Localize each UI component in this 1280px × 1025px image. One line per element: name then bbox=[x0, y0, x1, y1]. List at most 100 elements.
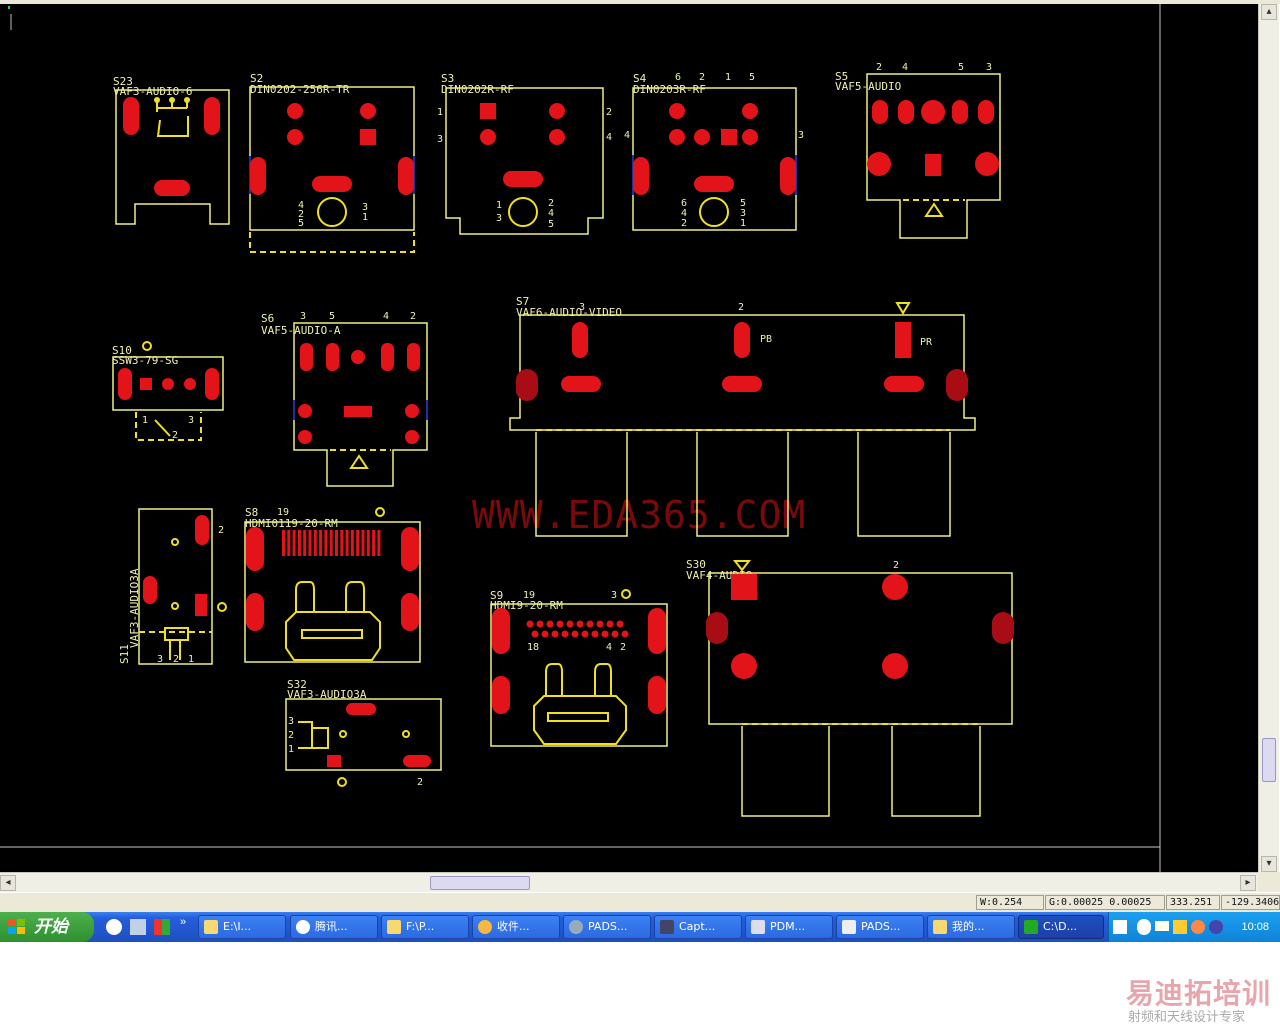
component-s5[interactable]: S5 VAF5-AUDIO 2 4 5 3 bbox=[835, 62, 1001, 239]
s8-finger-pad bbox=[313, 530, 317, 556]
s9-pad bbox=[591, 630, 599, 638]
start-label: 开始 bbox=[34, 917, 68, 936]
status-grid: G:0.00025 0.00025 bbox=[1045, 895, 1165, 910]
pin-label: 3 bbox=[300, 311, 306, 322]
part-s3: DIN0202R-RF bbox=[441, 83, 514, 96]
task-label: E:\I... bbox=[223, 920, 252, 933]
pin-label: 5 bbox=[749, 72, 755, 83]
taskbar-item[interactable]: 我的... bbox=[927, 915, 1015, 939]
taskbar-item[interactable]: 腾讯... bbox=[290, 915, 378, 939]
pin-label: 2 bbox=[681, 218, 687, 229]
scroll-down-button[interactable]: ▾ bbox=[1261, 856, 1277, 872]
app-quicklaunch-icon[interactable] bbox=[154, 919, 170, 935]
pin-label: 3 bbox=[288, 716, 294, 727]
component-s6[interactable]: S6 VAF5-AUDIO-A 3 5 4 2 bbox=[261, 311, 428, 487]
pin-label: 1 bbox=[437, 107, 443, 118]
s8-finger-pad bbox=[292, 530, 296, 556]
antivirus-icon[interactable] bbox=[1191, 920, 1205, 934]
s8-finger-pad bbox=[329, 530, 333, 556]
clock[interactable]: 10:08 bbox=[1241, 912, 1269, 942]
pdm-icon bbox=[751, 920, 765, 934]
component-s2[interactable]: S2 DIN0202-256R-TR 4 2 5 3 1 bbox=[249, 72, 415, 253]
watermark-text: WWW.EDA365.COM bbox=[472, 493, 806, 537]
component-s3[interactable]: S3 DIN0202R-RF 1 3 2 4 1 3 2 4 5 bbox=[437, 72, 612, 235]
pin-label: 3 bbox=[611, 590, 617, 601]
task-label: 腾讯... bbox=[315, 920, 348, 933]
pin-label: 1 bbox=[725, 72, 731, 83]
pin-label: PB bbox=[760, 334, 772, 345]
s8-finger-pad bbox=[350, 530, 354, 556]
taskbar-item-active[interactable]: C:\D... bbox=[1018, 915, 1104, 939]
status-y: -129.3406 bbox=[1221, 895, 1280, 910]
keyboard-icon[interactable] bbox=[1113, 920, 1127, 934]
pin-label: 3 bbox=[798, 130, 804, 141]
folder-icon bbox=[204, 920, 218, 934]
pin-label: 5 bbox=[329, 311, 335, 322]
taskbar-item[interactable]: PADS... bbox=[836, 915, 924, 939]
component-s9[interactable]: S9 19 3 HDMI9-20-RM 18 4 2 bbox=[490, 589, 668, 747]
desktop-quicklaunch-icon[interactable] bbox=[130, 919, 146, 935]
pads-icon bbox=[569, 920, 583, 934]
component-s8[interactable]: S8 19 HDMI0119-20-RM bbox=[244, 506, 421, 663]
scroll-right-button[interactable]: ▸ bbox=[1240, 875, 1256, 891]
windows-logo-icon bbox=[8, 919, 25, 934]
taskbar-item[interactable]: PDM... bbox=[745, 915, 833, 939]
pin-label: 2 bbox=[876, 62, 882, 73]
part-s5: VAF5-AUDIO bbox=[835, 80, 901, 93]
s8-finger-pad bbox=[335, 530, 338, 556]
pin-label: 2 bbox=[738, 302, 744, 313]
component-s11[interactable]: S11 VAF3-AUDIO3A 2 3 2 1 bbox=[118, 508, 227, 665]
vertical-scroll-thumb[interactable] bbox=[1262, 738, 1276, 782]
s9-pad-array bbox=[526, 620, 629, 638]
component-s23[interactable]: S23 VAF3-AUDIO-6 bbox=[113, 75, 230, 225]
mail-tray-icon[interactable] bbox=[1155, 921, 1169, 931]
pcb-design-canvas[interactable]: WWW.EDA365.COM S23 VAF3-AUDIO-6 S2 DIN02… bbox=[0, 4, 1258, 872]
part-s10: SSW3-79-SG bbox=[112, 354, 178, 367]
horizontal-scroll-thumb[interactable] bbox=[430, 876, 530, 890]
task-label: PDM... bbox=[770, 920, 806, 933]
taskbar-item[interactable]: PADS... bbox=[563, 915, 651, 939]
pin-label: 1 bbox=[496, 200, 502, 211]
s9-pad bbox=[581, 630, 589, 638]
pin-label: 6 bbox=[675, 72, 681, 83]
task-label: C:\D... bbox=[1043, 920, 1078, 933]
pin-label: 5 bbox=[298, 218, 304, 229]
taskbar-item[interactable]: F:\P... bbox=[381, 915, 469, 939]
pin-label: 4 bbox=[624, 130, 630, 141]
start-button[interactable]: 开始 bbox=[0, 912, 94, 942]
pcb-layout-drawing: WWW.EDA365.COM S23 VAF3-AUDIO-6 S2 DIN02… bbox=[0, 4, 1161, 872]
pin-label: 4 bbox=[902, 62, 908, 73]
component-s10[interactable]: S10 SSW3-79-SG 1 3 2 bbox=[112, 341, 224, 441]
volume-icon[interactable] bbox=[1209, 920, 1223, 934]
vertical-scrollbar[interactable]: ▴ ▾ bbox=[1258, 4, 1279, 872]
pin-label: 5 bbox=[958, 62, 964, 73]
pin-label: 3 bbox=[157, 654, 163, 665]
s9-pad bbox=[566, 620, 574, 628]
taskbar-item[interactable]: Capt... bbox=[654, 915, 742, 939]
pin-label: 4 bbox=[383, 311, 389, 322]
component-s30[interactable]: S30 VAF4-AUDIO 2 bbox=[686, 558, 1014, 817]
pin-label: 4 bbox=[606, 132, 612, 143]
qq-icon bbox=[296, 920, 310, 934]
task-label: 我的... bbox=[952, 920, 985, 933]
part-s7: VAF6-AUDIO-VIDEO bbox=[516, 306, 622, 319]
ie-quicklaunch-icon[interactable] bbox=[106, 919, 122, 935]
scroll-up-button[interactable]: ▴ bbox=[1261, 4, 1277, 20]
component-s4[interactable]: S4 DIN0203R-RF 6 2 1 5 4 3 6 4 2 5 3 1 bbox=[624, 72, 804, 231]
tray-expand-icon[interactable] bbox=[1137, 919, 1151, 935]
s8-finger-pad bbox=[287, 530, 291, 556]
scroll-left-button[interactable]: ◂ bbox=[0, 875, 16, 891]
s8-finger-pad bbox=[303, 530, 307, 556]
pin-label: 2 bbox=[417, 777, 423, 788]
taskbar-item[interactable]: 收件... bbox=[472, 915, 560, 939]
horizontal-scrollbar[interactable]: ◂ ▸ bbox=[0, 872, 1258, 893]
task-label: Capt... bbox=[679, 920, 716, 933]
more-quicklaunch-icon[interactable]: » bbox=[180, 916, 186, 928]
pin-label: 2 bbox=[410, 311, 416, 322]
component-s32[interactable]: S32 VAF3-AUDIO3A 3 2 1 2 bbox=[285, 678, 442, 788]
network-icon[interactable] bbox=[1173, 920, 1187, 934]
pin-label: 1 bbox=[188, 654, 194, 665]
s8-finger-pad bbox=[319, 530, 323, 556]
taskbar-item[interactable]: E:\I... bbox=[198, 915, 286, 939]
pin-label: 3 bbox=[437, 134, 443, 145]
